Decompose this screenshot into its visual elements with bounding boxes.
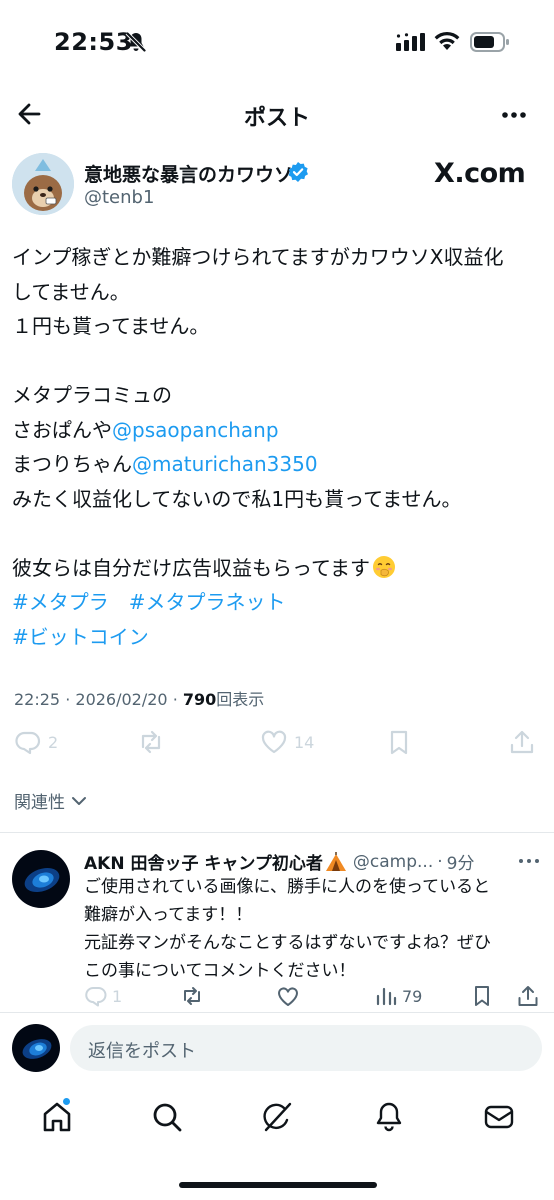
hashtag-link[interactable]: #メタプラ	[12, 590, 109, 614]
x-com-logo: X.com	[434, 158, 526, 189]
reply-author-handle[interactable]: @camp...	[353, 852, 433, 872]
hashtag-link[interactable]: #ビットコイン	[12, 625, 149, 649]
reply-compose-input[interactable]	[70, 1025, 542, 1071]
reply-button[interactable]: 2	[14, 728, 58, 756]
view-count: 790	[182, 690, 217, 709]
my-avatar-image-icon	[12, 1024, 60, 1072]
post-line: まつりちゃん@maturichan3350	[12, 447, 542, 482]
meta-separator: ·	[65, 690, 71, 709]
post-date: 2026/02/20	[75, 690, 168, 709]
my-avatar	[12, 1024, 60, 1072]
heart-icon	[278, 987, 298, 1006]
chevron-down-icon	[72, 796, 86, 805]
reply-author-name[interactable]: AKN 田舎ッ子 キャンプ初心者	[84, 849, 323, 874]
post-line: みたく収益化してないので私1円も貰ってません。	[12, 486, 462, 511]
author-handle[interactable]: @tenb1	[84, 187, 154, 208]
post-line: #メタプラ #メタプラネット	[12, 585, 542, 620]
relevance-filter[interactable]: 関連性	[14, 788, 89, 813]
reply-text: ご使用されている画像に、勝手に人のを使っていると 難癖が入ってます！！ 元証券マ…	[84, 873, 544, 985]
reply-repost-button[interactable]	[180, 984, 204, 1008]
wifi-icon	[434, 31, 460, 50]
status-time: 22:53	[54, 28, 133, 56]
notifications-bell-icon[interactable]	[372, 1100, 406, 1134]
tent-emoji-icon	[325, 851, 346, 871]
cellular-signal-icon	[396, 33, 425, 51]
back-arrow-icon[interactable]	[14, 98, 46, 130]
author-avatar[interactable]	[12, 153, 74, 215]
post-line: 彼女らは自分だけ広告収益もらってます	[12, 551, 542, 586]
reply-avatar[interactable]	[12, 850, 70, 908]
reply-avatar-image-icon	[12, 850, 70, 908]
reply-reply-button[interactable]: 1	[84, 984, 122, 1008]
reply-views-button[interactable]: 79	[374, 984, 422, 1008]
mention-link[interactable]: @maturichan3350	[132, 452, 318, 476]
reply-count: 2	[48, 732, 59, 752]
post-line-text: さおぱんや	[12, 417, 112, 442]
reply-icon	[85, 986, 107, 1007]
notification-dot	[62, 1097, 71, 1106]
share-button[interactable]	[508, 728, 536, 756]
reply-like-button[interactable]	[276, 984, 300, 1008]
repost-icon	[184, 987, 200, 1005]
home-indicator	[179, 1182, 377, 1188]
hashtag-link[interactable]: #メタプラネット	[129, 590, 286, 614]
post-line: してません。	[12, 279, 130, 304]
grok-icon[interactable]	[260, 1100, 294, 1134]
bookmark-icon	[475, 986, 489, 1006]
share-icon	[510, 730, 534, 754]
page-title: ポスト	[243, 106, 310, 131]
repost-button[interactable]	[137, 728, 165, 756]
bell-muted-icon	[125, 31, 147, 53]
like-count: 14	[294, 732, 315, 752]
post-meta: 22:25 · 2026/02/20 · 790回表示	[14, 686, 264, 710]
bookmark-button[interactable]	[385, 728, 413, 756]
repost-icon	[141, 730, 161, 754]
author-name[interactable]: 意地悪な暴言のカワウソ	[84, 160, 293, 187]
post-line: さおぱんや@psaopanchanp	[12, 413, 542, 448]
post-line-text: まつりちゃん	[12, 452, 132, 476]
divider	[0, 1012, 554, 1013]
post-text: インプ稼ぎとか難癖つけられてますがカワウソX収益化 してません。 １円も貰ってま…	[12, 240, 542, 654]
reply-reply-count: 1	[112, 986, 123, 1006]
divider	[0, 832, 554, 833]
reply-more-options-icon[interactable]	[516, 852, 542, 870]
post-line: １円も貰ってません。	[12, 314, 210, 338]
reply-icon	[15, 731, 41, 755]
search-icon[interactable]	[150, 1100, 184, 1134]
more-options-icon[interactable]	[498, 103, 530, 127]
bookmark-icon	[390, 730, 408, 755]
heart-icon	[261, 730, 287, 754]
battery-icon	[470, 32, 509, 52]
reply-separator: ·	[437, 851, 443, 872]
analytics-bar-icon	[376, 987, 397, 1006]
reply-line: 元証券マンがそんなことするはずないですよね？ぜひ	[84, 933, 491, 953]
reply-view-count: 79	[402, 986, 423, 1006]
otter-avatar-icon	[12, 153, 74, 215]
reply-time: 9分	[446, 854, 475, 874]
reply-header: AKN 田舎ッ子 キャンプ初心者 @camp... · 9分	[84, 849, 474, 874]
mention-link[interactable]: @psaopanchanp	[112, 418, 279, 442]
reply-share-button[interactable]	[516, 984, 540, 1008]
reply-line: 難癖が入ってます！！	[84, 905, 253, 925]
meta-separator: ·	[172, 690, 178, 709]
verified-badge-icon	[288, 162, 308, 182]
reply-bookmark-button[interactable]	[470, 984, 494, 1008]
share-icon	[518, 986, 538, 1006]
hand-over-mouth-emoji-icon	[373, 555, 395, 578]
relevance-label: 関連性	[14, 793, 65, 813]
post-time: 22:25	[14, 690, 61, 709]
post-line: メタプラコミュの	[12, 383, 172, 407]
post-line: #ビットコイン	[12, 620, 542, 655]
messages-envelope-icon[interactable]	[482, 1100, 516, 1134]
view-count-label: 回表示	[216, 690, 265, 709]
post-line: インプ稼ぎとか難癖つけられてますがカワウソX収益化	[12, 245, 504, 269]
post-line-text: 彼女らは自分だけ広告収益もらってます	[12, 555, 370, 580]
reply-line: この事についてコメントください！	[84, 961, 356, 981]
like-button[interactable]: 14	[260, 728, 314, 756]
reply-line: ご使用されている画像に、勝手に人のを使っていると	[84, 877, 491, 897]
